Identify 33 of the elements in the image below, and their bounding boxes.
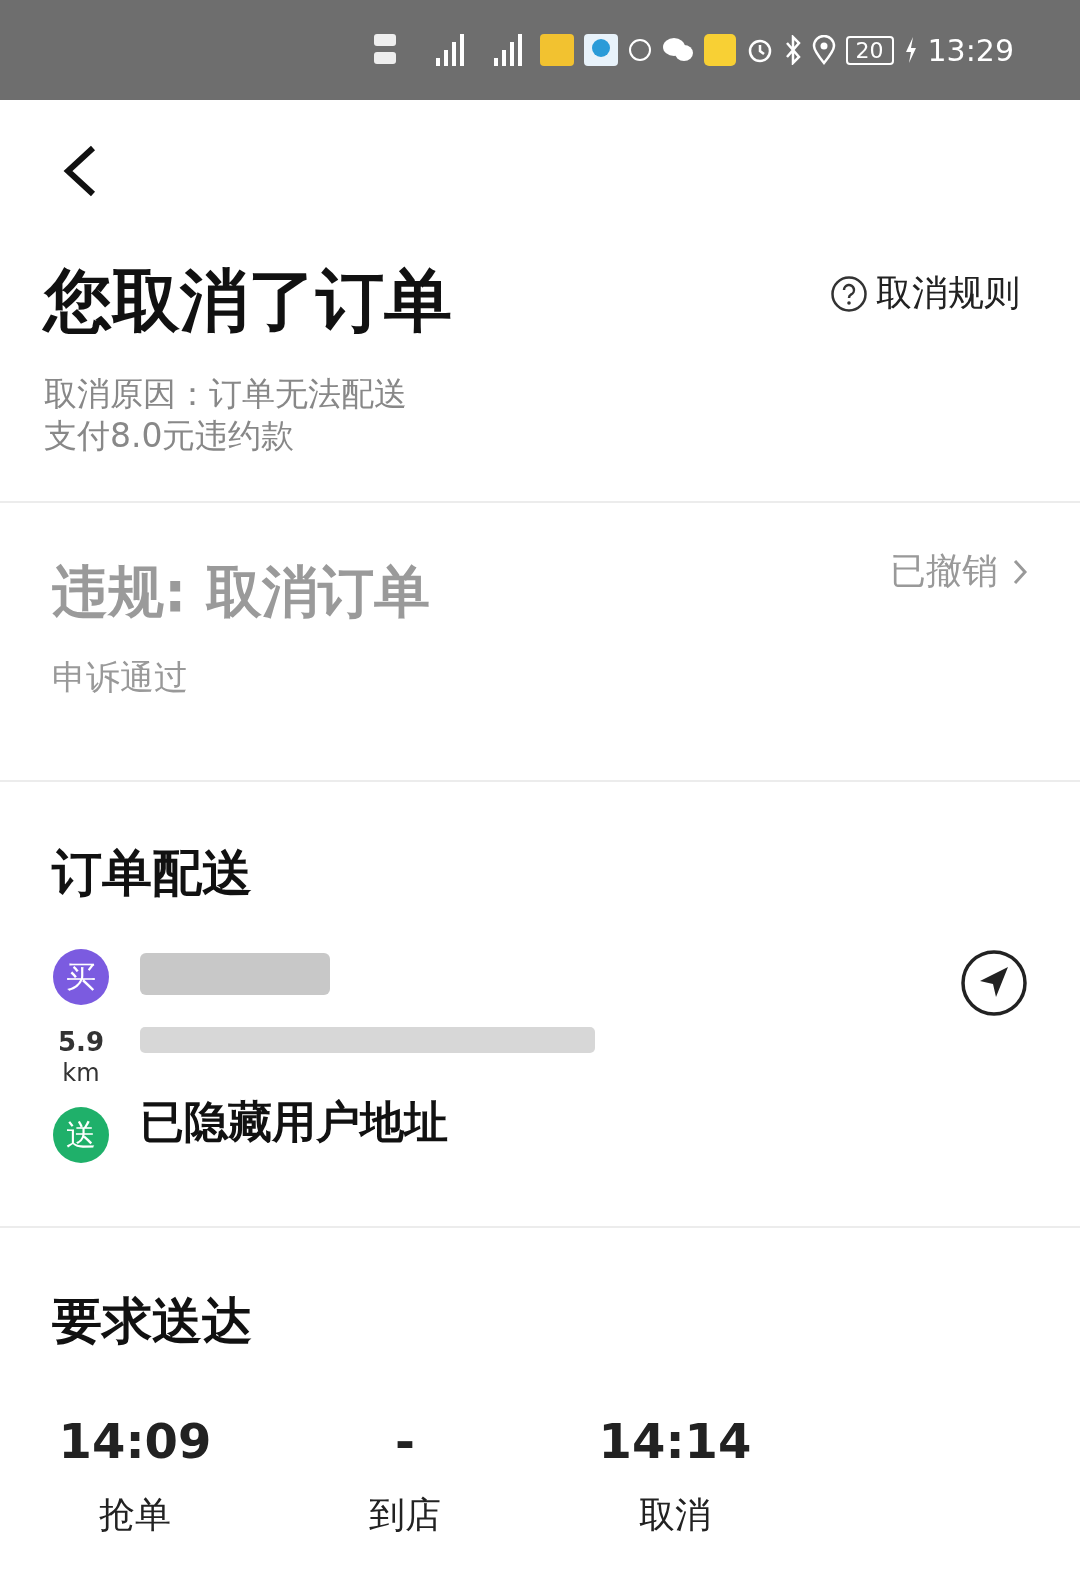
help-icon	[830, 274, 868, 313]
step-label: 抢单	[99, 1493, 171, 1537]
bluetooth-icon	[783, 35, 802, 65]
charging-icon	[903, 36, 918, 64]
cancel-rules-link[interactable]: 取消规则	[830, 269, 1020, 318]
location-icon	[811, 35, 836, 65]
app-icon	[627, 38, 652, 62]
chat-icon	[661, 36, 694, 64]
section-title: 订单配送	[52, 843, 253, 904]
step-time: -	[395, 1413, 415, 1469]
cancel-reason: 取消原因：订单无法配送	[44, 373, 408, 415]
distance-unit: km	[62, 1059, 100, 1087]
pickup-badge: 买	[53, 949, 109, 1005]
section-title: 要求送达	[51, 1291, 253, 1352]
dropoff-badge: 送	[53, 1107, 109, 1163]
app-icon	[583, 34, 618, 66]
navigation-icon[interactable]	[960, 949, 1028, 1017]
step-time: 14:14	[598, 1413, 752, 1469]
app-icon	[539, 34, 574, 66]
back-icon[interactable]	[62, 144, 98, 198]
step-label: 取消	[639, 1493, 711, 1537]
battery-level: 20	[845, 35, 894, 65]
violation-title: 违规: 取消订单	[52, 558, 430, 626]
step-label: 到店	[369, 1493, 441, 1537]
distance-value: 5.9	[57, 1027, 105, 1057]
step-time: 14:09	[58, 1413, 212, 1469]
chevron-icon	[1012, 557, 1028, 586]
penalty-text: 支付8.0元违约款	[44, 415, 296, 457]
customer-address: 已隐藏用户地址	[140, 1095, 449, 1149]
appeal-status: 申诉通过	[52, 656, 189, 699]
page-title: 您取消了订单	[44, 260, 452, 342]
clock-time: 13:29	[927, 32, 1014, 68]
app-icon	[703, 34, 736, 66]
